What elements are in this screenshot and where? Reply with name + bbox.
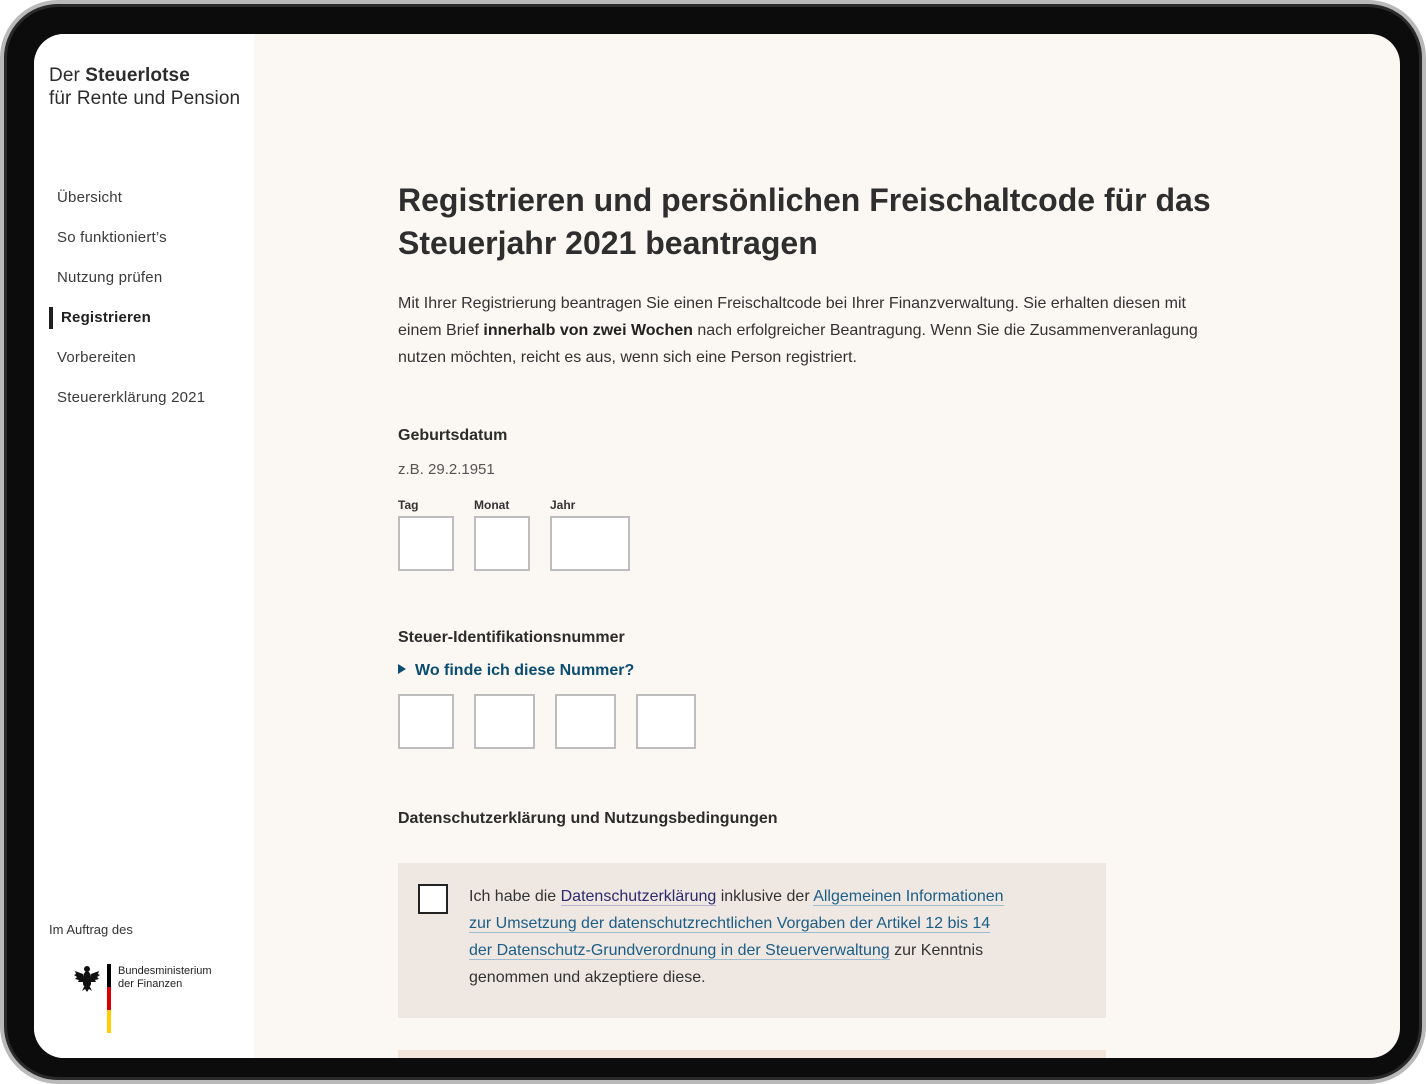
ministry-line-2: der Finanzen xyxy=(118,978,183,990)
brand-name: Steuerlotse xyxy=(85,65,190,86)
consent-text: Ich habe die Datenschutzerklärung inklus… xyxy=(469,883,1009,991)
ministry-line-1: Bundesministerium xyxy=(118,965,212,977)
intro-text: Mit Ihrer Registrierung beantragen Sie e… xyxy=(398,290,1228,371)
flag-black xyxy=(107,964,111,987)
year-input[interactable] xyxy=(550,516,630,571)
taxid-input-2[interactable] xyxy=(474,694,535,749)
intro-bold: innerhalb von zwei Wochen xyxy=(483,322,693,339)
page-title: Registrieren und persönlichen Freischalt… xyxy=(398,182,1211,261)
taxid-label: Steuer-Identifikationsnummer xyxy=(398,629,625,646)
sidebar-item-registrieren[interactable]: Registrieren xyxy=(49,302,249,342)
auftrag-text: Im Auftrag des xyxy=(49,922,133,937)
day-input[interactable] xyxy=(398,516,454,571)
taxid-input-4[interactable] xyxy=(636,694,696,749)
tablet-frame: Der Steuerlotse für Rente und Pension Üb… xyxy=(0,0,1426,1084)
flag-red xyxy=(107,987,111,1010)
screen: Der Steuerlotse für Rente und Pension Üb… xyxy=(34,34,1400,1058)
consent-text-1: Ich habe die xyxy=(469,888,561,905)
year-label: Jahr xyxy=(550,498,576,512)
german-flag-bar xyxy=(107,964,111,1033)
day-label: Tag xyxy=(398,498,419,512)
month-input[interactable] xyxy=(474,516,530,571)
consent-box: Ich habe die Datenschutzerklärung inklus… xyxy=(398,863,1106,1018)
taxid-input-3[interactable] xyxy=(555,694,616,749)
consent-text-2: inklusive der xyxy=(716,888,814,905)
month-label: Monat xyxy=(474,498,510,512)
disclosure-triangle-icon xyxy=(398,664,406,674)
sidebar-nav: Übersicht So funktioniert’s Nutzung prüf… xyxy=(49,182,249,422)
privacy-policy-link[interactable]: Datenschutzerklärung xyxy=(560,888,717,906)
flag-gold xyxy=(107,1010,111,1033)
taxid-help-toggle[interactable]: Wo finde ich diese Nummer? xyxy=(398,662,634,680)
sidebar: Der Steuerlotse für Rente und Pension Üb… xyxy=(34,34,254,1058)
ministry-logo[interactable]: Bundesministerium der Finanzen xyxy=(74,964,234,1034)
sidebar-item-nutzung-pruefen[interactable]: Nutzung prüfen xyxy=(49,262,249,302)
federal-eagle-icon xyxy=(74,966,100,992)
main-content: Registrieren und persönlichen Freischalt… xyxy=(254,34,1400,1058)
ministry-name: Bundesministerium der Finanzen xyxy=(118,965,212,991)
taxid-help-label: Wo finde ich diese Nummer? xyxy=(415,662,635,679)
brand-subtitle: für Rente und Pension xyxy=(49,88,241,109)
sidebar-item-vorbereiten[interactable]: Vorbereiten xyxy=(49,342,249,382)
sidebar-item-so-funktionierts[interactable]: So funktioniert’s xyxy=(49,222,249,262)
sidebar-item-steuererklaerung[interactable]: Steuererklärung 2021 xyxy=(49,382,249,422)
birthdate-hint: z.B. 29.2.1951 xyxy=(398,461,495,478)
next-section-box xyxy=(398,1050,1106,1058)
consent-heading: Datenschutzerklärung und Nutzungsbedingu… xyxy=(398,810,778,827)
taxid-input-1[interactable] xyxy=(398,694,454,749)
brand-logo[interactable]: Der Steuerlotse für Rente und Pension xyxy=(49,64,240,110)
birthdate-label: Geburtsdatum xyxy=(398,427,508,444)
brand-prefix: Der xyxy=(49,65,86,86)
consent-checkbox[interactable] xyxy=(418,884,448,914)
sidebar-item-uebersicht[interactable]: Übersicht xyxy=(49,182,249,222)
